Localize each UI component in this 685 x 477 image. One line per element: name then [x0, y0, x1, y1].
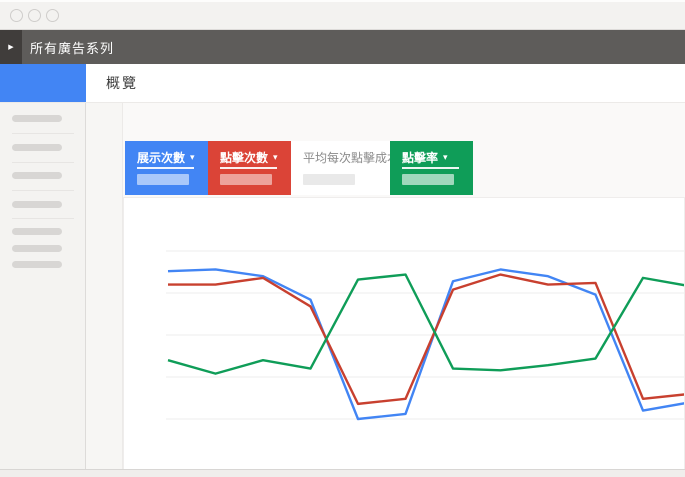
overview-line-chart [124, 198, 684, 469]
sidebar-item-placeholder[interactable] [12, 245, 62, 252]
sidebar-selected-item[interactable] [0, 64, 86, 102]
metric-cards-row: 展示次數 ▾ 點擊次數 ▾ 平均每次點擊成本 [125, 141, 473, 195]
metric-card-label: 平均每次點擊成本 [303, 149, 399, 166]
appbar-title: 所有廣告系列 [22, 30, 114, 64]
window-bottom-edge [0, 469, 685, 477]
secondary-rail [86, 103, 123, 470]
main-content: 展示次數 ▾ 點擊次數 ▾ 平均每次點擊成本 [123, 103, 685, 470]
sidebar-divider [12, 133, 74, 134]
play-icon: ▶ [8, 43, 13, 51]
metric-card-ctr[interactable]: 點擊率 ▾ [390, 141, 473, 195]
window-control-icon[interactable] [10, 9, 23, 22]
metric-value-placeholder [137, 174, 189, 185]
dropdown-caret-icon[interactable]: ▾ [273, 153, 278, 162]
metric-card-impressions[interactable]: 展示次數 ▾ [125, 141, 208, 195]
campaigns-appbar: ▶ 所有廣告系列 [0, 30, 685, 64]
window-titlebar [0, 0, 685, 30]
page-title: 概覽 [86, 64, 138, 102]
sidebar-item-placeholder[interactable] [12, 172, 62, 179]
sidebar-nav [0, 103, 86, 470]
sidebar-item-placeholder[interactable] [12, 261, 62, 268]
expand-sidebar-button[interactable]: ▶ [0, 30, 22, 64]
metric-card-avg-cpc[interactable]: 平均每次點擊成本 ▾ [291, 141, 390, 195]
sidebar-divider [12, 218, 74, 219]
body-row: 展示次數 ▾ 點擊次數 ▾ 平均每次點擊成本 [0, 103, 685, 470]
card-active-underline [402, 167, 459, 169]
header-band: 概覽 [0, 64, 685, 103]
sidebar-item-placeholder[interactable] [12, 115, 62, 122]
metric-value-placeholder [402, 174, 454, 185]
dropdown-caret-icon[interactable]: ▾ [443, 153, 448, 162]
sidebar-item-placeholder[interactable] [12, 201, 62, 208]
window-control-icon[interactable] [28, 9, 41, 22]
overview-chart-card [123, 197, 685, 470]
sidebar-divider [12, 190, 74, 191]
metric-card-label: 點擊次數 [220, 149, 268, 166]
sidebar-item-placeholder[interactable] [12, 228, 62, 235]
metric-card-clicks[interactable]: 點擊次數 ▾ [208, 141, 291, 195]
app-window: ▶ 所有廣告系列 概覽 展示次數 ▾ [0, 0, 685, 477]
sidebar-item-placeholder[interactable] [12, 144, 62, 151]
window-control-icon[interactable] [46, 9, 59, 22]
metric-value-placeholder [303, 174, 355, 185]
dropdown-caret-icon[interactable]: ▾ [190, 153, 195, 162]
metric-card-label: 點擊率 [402, 149, 438, 166]
chart-series-line [168, 269, 684, 419]
metric-card-label: 展示次數 [137, 149, 185, 166]
card-active-underline [220, 167, 277, 169]
card-active-underline [137, 167, 194, 169]
metric-value-placeholder [220, 174, 272, 185]
sidebar-divider [12, 162, 74, 163]
